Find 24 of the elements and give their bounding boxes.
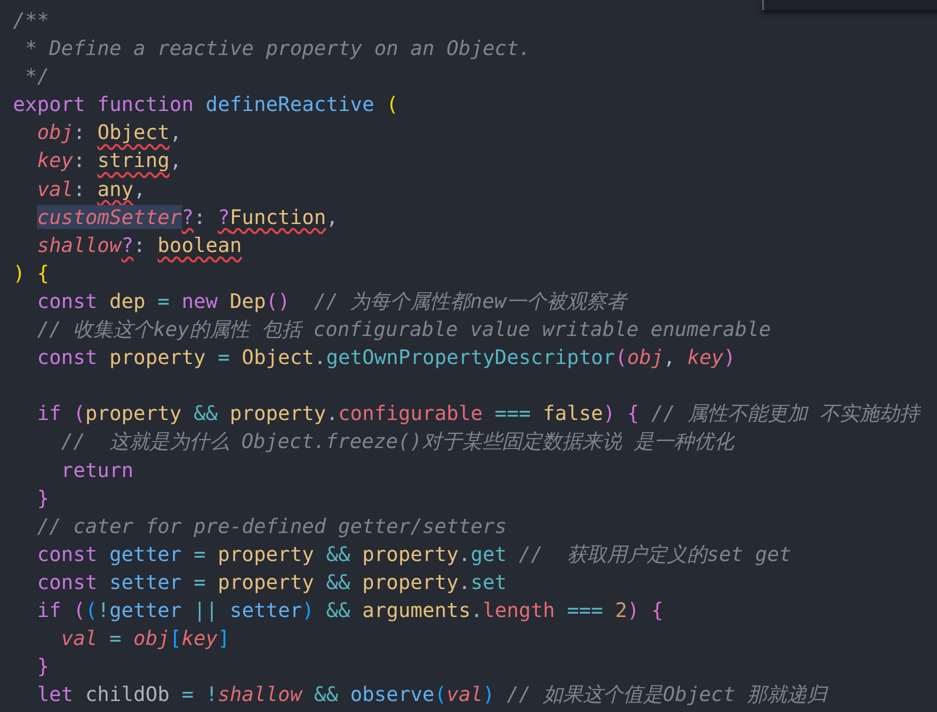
code-line: const setter = property && property.set xyxy=(36,568,507,596)
code-line: if (property && property.configurable === false) { // 属性不能更加 不实施劫持 xyxy=(36,400,920,428)
code-line: * Define a reactive property on an Object. xyxy=(24,35,531,62)
code-line: */ xyxy=(24,63,50,90)
code-line: const dep = new Dep() // 为每个属性都new一个被观察者 xyxy=(36,288,626,315)
code-line: // 收集这个key的属性 包括 configurable value writable enumerable xyxy=(36,316,771,344)
code-line: val: any, xyxy=(36,176,146,203)
code-line: // 这就是为什么 Object.freeze()对于某些固定数据来说 是一种优化 xyxy=(60,428,734,456)
code-line: val = obj[key] xyxy=(60,625,230,652)
code-line: const getter = property && property.get // 获取用户定义的set get xyxy=(36,540,792,568)
code-line: // cater for pre-defined getter/setters xyxy=(36,512,507,540)
code-line: obj: Object, xyxy=(36,119,182,146)
code-line: return xyxy=(60,456,134,484)
code-line: ) { xyxy=(13,260,50,287)
code-line: if ((!getter || setter) && arguments.length === 2) { xyxy=(36,596,664,624)
code-line: key: string, xyxy=(36,147,182,174)
code-line: shallow?: boolean xyxy=(36,232,242,259)
code-line: const property = Object.getOwnPropertyDescriptor(obj, key) xyxy=(36,344,736,372)
code-line: let childOb = !shallow && observe(val) // 如果这个值是Object 那就递归 xyxy=(36,681,828,708)
code-line: } xyxy=(36,653,50,680)
code-line: /** xyxy=(13,7,50,34)
code-line: customSetter?: ?Function, xyxy=(36,204,338,231)
code-line: export function defineReactive ( xyxy=(13,91,398,118)
code-line: } xyxy=(36,484,50,512)
